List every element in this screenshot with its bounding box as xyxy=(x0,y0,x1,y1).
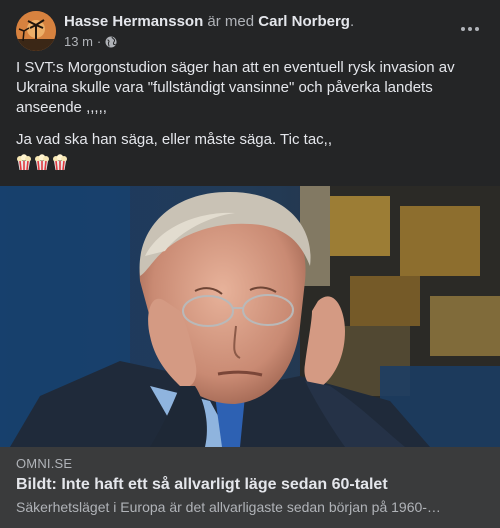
post-time[interactable]: 13 m xyxy=(64,33,93,51)
emoji-row xyxy=(16,154,68,171)
avatar-image xyxy=(16,11,56,51)
globe-icon[interactable] xyxy=(105,36,117,48)
popcorn-icon xyxy=(53,154,67,171)
tagged-name[interactable]: Carl Norberg xyxy=(258,13,350,30)
link-preview[interactable]: OMNI.SE Bildt: Inte haft ett så allvarli… xyxy=(0,447,500,528)
popcorn-icon xyxy=(17,154,31,171)
avatar[interactable] xyxy=(16,11,56,51)
with-text: är med xyxy=(207,13,255,30)
post-card: Hasse Hermansson är med Carl Norberg. 13… xyxy=(0,0,500,528)
author-name[interactable]: Hasse Hermansson xyxy=(64,13,203,30)
dot-icon xyxy=(475,27,479,31)
dot-icon xyxy=(468,27,472,31)
man-adjusting-glasses-photo xyxy=(0,186,500,447)
post-meta: 13 m · xyxy=(64,33,117,51)
meta-separator: · xyxy=(96,34,102,49)
post-paragraph: Ja vad ska han säga, eller måste säga. T… xyxy=(16,131,332,148)
more-options-button[interactable] xyxy=(456,17,484,41)
link-domain: OMNI.SE xyxy=(16,456,73,471)
tagged-suffix: . xyxy=(349,13,355,30)
link-description: Säkerhetsläget i Europa är det allvarlig… xyxy=(16,499,441,515)
link-headline[interactable]: Bildt: Inte haft ett så allvarligt läge … xyxy=(16,476,388,494)
post-header: Hasse Hermansson är med Carl Norberg. 13… xyxy=(16,11,484,55)
author-line: Hasse Hermansson är med Carl Norberg. xyxy=(64,12,354,32)
post-text: I SVT:s Morgonstudion säger han att en e… xyxy=(16,58,484,162)
dot-icon xyxy=(461,27,465,31)
link-preview-image[interactable] xyxy=(0,186,500,447)
popcorn-icon xyxy=(35,154,49,171)
post-paragraph: I SVT:s Morgonstudion säger han att en e… xyxy=(16,59,455,116)
